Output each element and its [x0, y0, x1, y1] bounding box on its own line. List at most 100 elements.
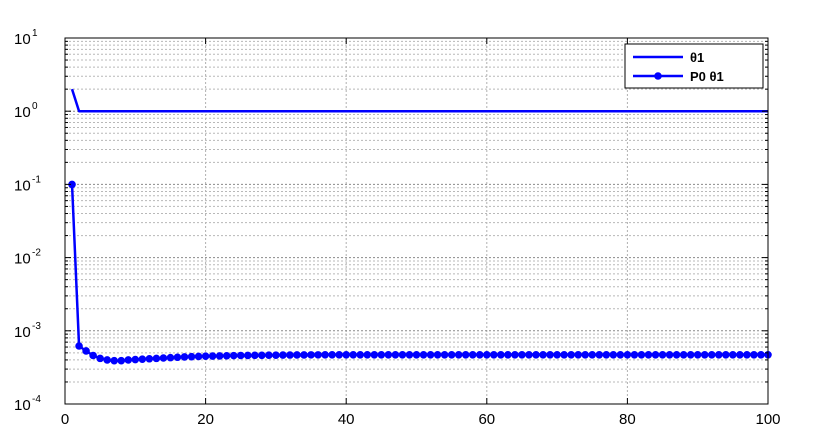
data-point [356, 351, 365, 359]
data-point [743, 351, 751, 359]
data-point [124, 356, 133, 364]
data-point [314, 351, 322, 359]
data-point [616, 351, 625, 359]
data-point [293, 351, 301, 359]
data-point [258, 351, 266, 360]
data-point [370, 351, 379, 359]
y-tick-label-exponent: -4 [32, 394, 41, 405]
y-tick-label-base: 10 [14, 31, 31, 48]
data-point [307, 351, 315, 359]
data-point [504, 351, 512, 359]
data-point [433, 351, 442, 359]
data-point [426, 351, 435, 359]
data-point [714, 351, 723, 359]
y-tick-label-base: 10 [14, 324, 31, 341]
data-point [300, 351, 308, 359]
data-point [490, 351, 498, 359]
x-tick-label: 0 [61, 411, 69, 428]
data-point [342, 351, 351, 359]
data-point [525, 351, 533, 359]
data-point [103, 356, 111, 364]
data-point [475, 351, 484, 359]
data-point [145, 354, 154, 363]
data-point [321, 351, 329, 359]
data-point [117, 356, 126, 365]
y-tick-labels: 10 -410 -310 -210 -110 010 1 [14, 28, 41, 414]
data-point [637, 351, 646, 359]
data-point [363, 351, 372, 359]
data-point [405, 351, 414, 359]
data-point [750, 351, 758, 359]
y-tick-label-exponent: 0 [32, 101, 38, 112]
data-point [518, 351, 526, 359]
data-point [672, 351, 681, 359]
y-tick-label-exponent: -2 [32, 248, 41, 259]
x-tick-label: 20 [197, 411, 214, 428]
data-point [251, 351, 259, 360]
data-point [574, 351, 582, 359]
data-point [658, 351, 667, 359]
data-point [335, 351, 343, 359]
data-point [511, 351, 519, 359]
data-point [567, 351, 575, 359]
data-point [693, 351, 702, 359]
data-point [651, 351, 660, 359]
data-point [440, 351, 449, 359]
data-point [187, 352, 196, 361]
data-point [602, 351, 611, 359]
data-point [468, 351, 477, 359]
data-point [194, 352, 203, 361]
y-tick-label-exponent: -1 [32, 174, 41, 185]
data-point [265, 351, 273, 360]
data-point [391, 351, 400, 359]
data-point [722, 351, 730, 359]
data-point [686, 351, 695, 359]
data-point [665, 351, 674, 359]
data-point [229, 351, 238, 360]
data-point [679, 351, 688, 359]
data-point [89, 351, 97, 360]
data-point [707, 351, 716, 359]
data-point [700, 351, 709, 359]
legend: θ1 P0 θ1 [624, 43, 764, 89]
data-point [159, 354, 168, 362]
data-point [560, 351, 568, 359]
data-point [539, 351, 547, 359]
data-point [736, 351, 744, 359]
data-point [461, 351, 470, 359]
data-point [349, 351, 358, 359]
data-point [483, 351, 491, 359]
data-point [110, 356, 119, 365]
x-tick-label: 80 [619, 411, 636, 428]
log-line-chart: 0 20 40 60 80 100 10 -410 -310 -210 -110 010 1 θ1P0… [14, 28, 781, 428]
data-point [328, 351, 336, 359]
data-point [497, 351, 505, 359]
y-tick-label-exponent: -3 [32, 321, 41, 332]
data-point [398, 351, 407, 359]
data-point [609, 351, 618, 359]
data-point [553, 351, 561, 359]
data-point [644, 351, 653, 359]
data-point [630, 351, 639, 359]
data-point [222, 351, 231, 360]
data-point [180, 353, 189, 361]
data-point [152, 354, 161, 363]
data-point [243, 351, 252, 360]
data-point [588, 351, 597, 359]
plot-area [65, 38, 768, 404]
data-point [377, 351, 386, 359]
data-point [201, 352, 210, 360]
data-point [447, 351, 456, 359]
data-point [173, 353, 182, 362]
y-tick-label-base: 10 [14, 251, 31, 268]
data-point [215, 352, 224, 360]
data-point [384, 351, 393, 359]
data-point [532, 351, 540, 359]
legend-entry-label: θ1 [690, 50, 704, 65]
x-tick-label: 60 [478, 411, 495, 428]
y-tick-label-exponent: 1 [32, 28, 38, 39]
data-point [623, 351, 632, 359]
data-point [757, 351, 765, 359]
data-point [272, 351, 280, 359]
data-point [729, 351, 737, 359]
